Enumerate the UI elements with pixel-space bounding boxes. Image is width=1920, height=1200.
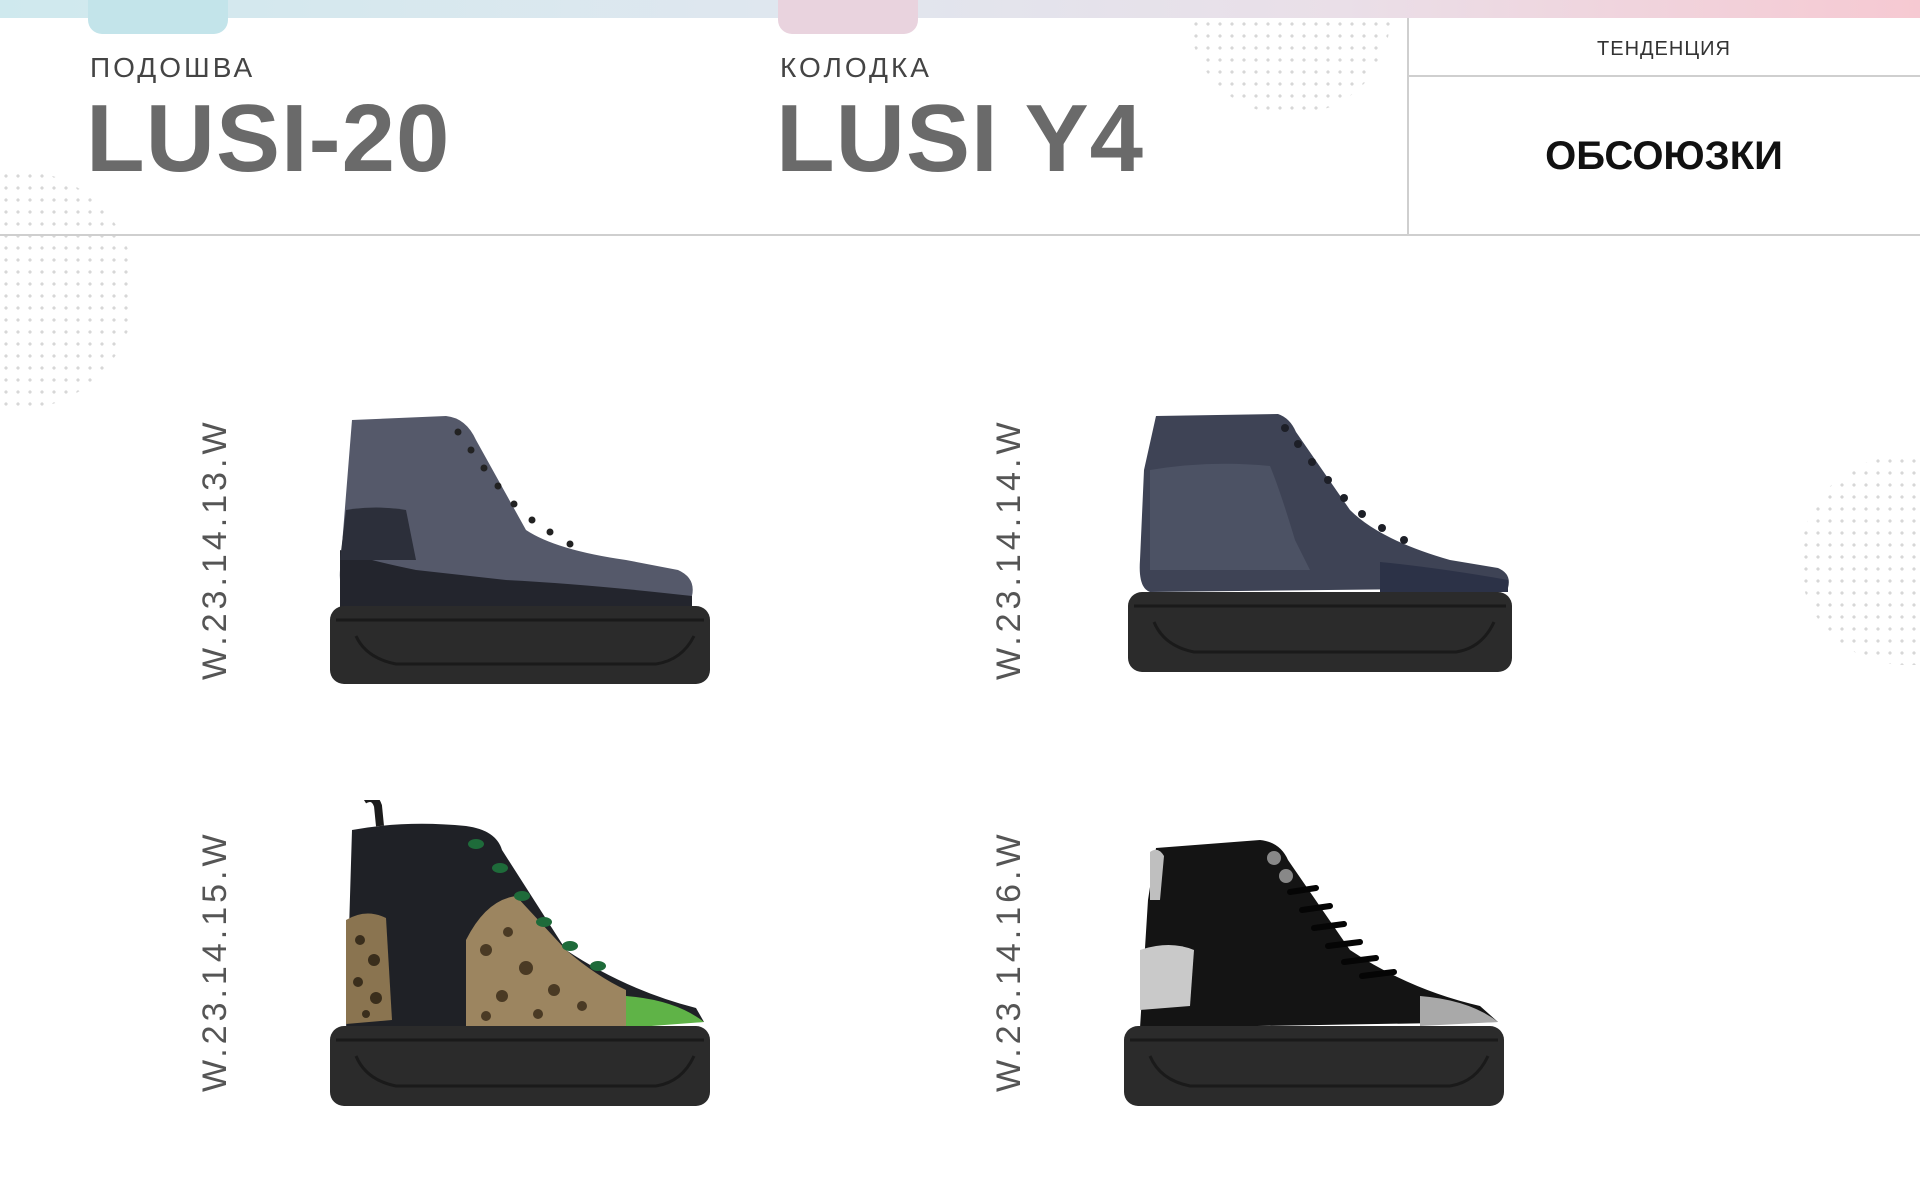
last-label: КОЛОДКА — [780, 52, 932, 83]
dot-pattern-decoration — [1800, 455, 1920, 665]
header-divider — [0, 234, 1920, 236]
header-tab-decoration — [778, 0, 918, 34]
product-code: W.23.14.15.W — [196, 830, 234, 1092]
dot-pattern-decoration — [0, 170, 135, 410]
shoe-image — [330, 416, 710, 684]
product-card: W.23.14.13.W — [196, 410, 876, 740]
top-gradient-strip — [0, 0, 1920, 18]
dot-pattern-decoration — [1190, 18, 1390, 114]
header-tab-decoration — [88, 0, 228, 34]
trend-value: ОБСОЮЗКИ — [1545, 134, 1783, 178]
sole-label: ПОДОШВА — [90, 52, 256, 83]
shoe-image — [1124, 840, 1504, 1106]
trend-label: ТЕНДЕНЦИЯ — [1597, 38, 1731, 60]
shoe-image — [330, 800, 710, 1106]
product-card: W.23.14.15.W — [196, 800, 876, 1130]
product-card: W.23.14.16.W — [990, 800, 1670, 1130]
product-code: W.23.14.16.W — [990, 830, 1028, 1092]
trend-divider — [1408, 75, 1920, 77]
sole-value: LUSI-20 — [86, 85, 451, 192]
product-card: W.23.14.14.W — [990, 410, 1670, 740]
shoe-image — [1128, 414, 1512, 672]
product-code: W.23.14.14.W — [990, 418, 1028, 680]
last-value: LUSI Y4 — [776, 85, 1145, 192]
product-code: W.23.14.13.W — [196, 418, 234, 680]
